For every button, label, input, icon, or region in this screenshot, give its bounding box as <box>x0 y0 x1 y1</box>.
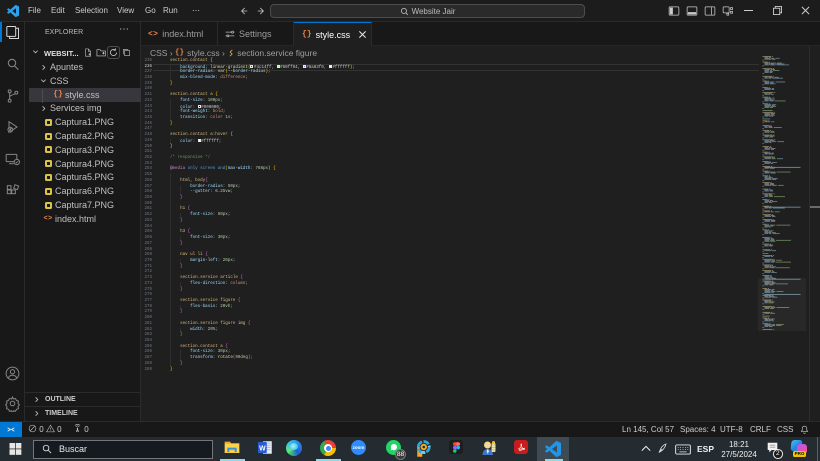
svg-text:W: W <box>259 445 266 452</box>
